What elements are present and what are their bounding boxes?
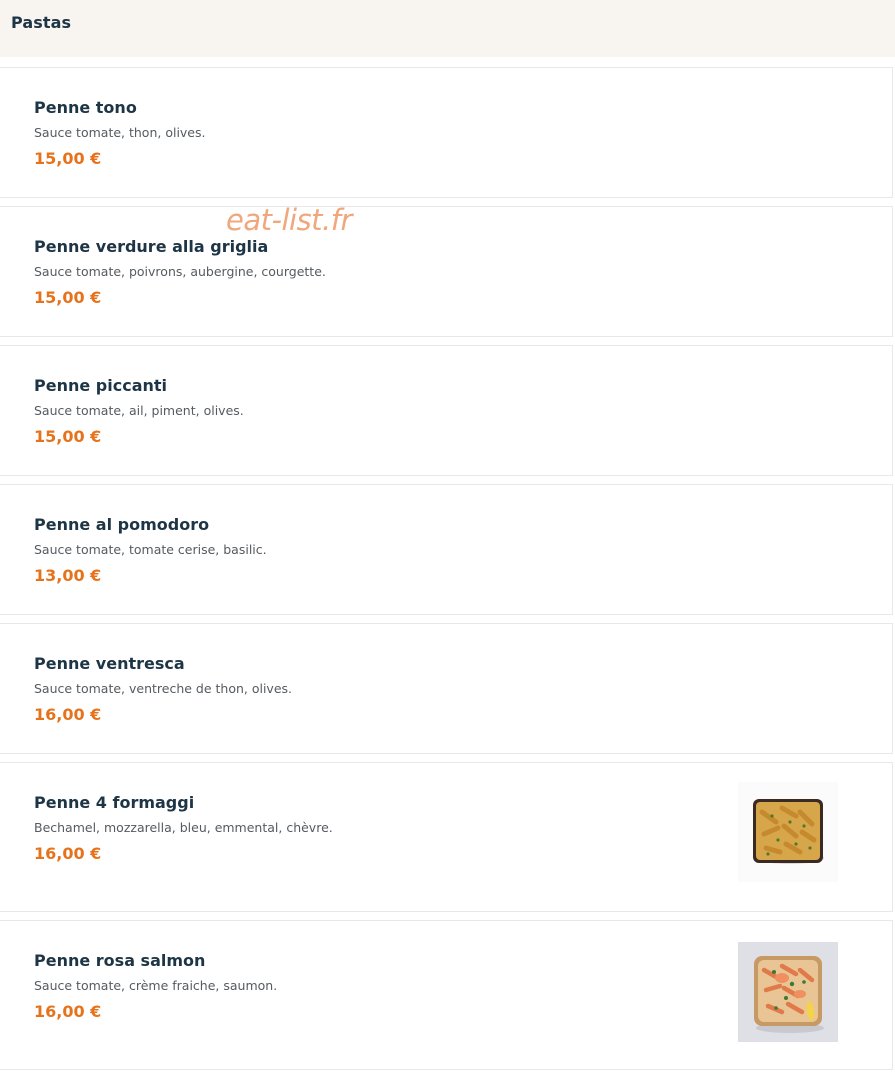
menu-item-name: Penne piccanti (34, 376, 168, 395)
menu-item-description: Sauce tomate, crème fraiche, saumon. (34, 978, 278, 993)
section-title: Pastas (11, 13, 72, 32)
menu-item-name: Penne tono (34, 98, 137, 117)
menu-item-name: Penne 4 formaggi (34, 793, 195, 812)
menu-item-card[interactable]: Penne ventresca Sauce tomate, ventreche … (0, 623, 893, 754)
menu-item-description: Sauce tomate, poivrons, aubergine, courg… (34, 264, 326, 279)
menu-item-price: 15,00 € (34, 149, 102, 168)
menu-item-description: Sauce tomate, tomate cerise, basilic. (34, 542, 267, 557)
pasta-4-formaggi-photo[interactable] (738, 782, 838, 882)
menu-item-description: Sauce tomate, ventreche de thon, olives. (34, 681, 293, 696)
menu-item-name: Penne ventresca (34, 654, 185, 673)
menu-item-card[interactable]: Penne 4 formaggi Bechamel, mozzarella, b… (0, 762, 893, 912)
menu-item-name: Penne rosa salmon (34, 951, 206, 970)
pasta-rosa-salmon-photo[interactable] (738, 942, 838, 1042)
menu-item-description: Sauce tomate, ail, piment, olives. (34, 403, 244, 418)
menu-item-price: 15,00 € (34, 288, 102, 307)
menu-item-card[interactable]: Penne verdure alla griglia Sauce tomate,… (0, 206, 893, 337)
menu-item-price: 16,00 € (34, 844, 102, 863)
menu-item-price: 16,00 € (34, 705, 102, 724)
menu-item-description: Sauce tomate, thon, olives. (34, 125, 206, 140)
menu-item-card[interactable]: Penne al pomodoro Sauce tomate, tomate c… (0, 484, 893, 615)
menu-item-description: Bechamel, mozzarella, bleu, emmental, ch… (34, 820, 333, 835)
menu-item-price: 16,00 € (34, 1002, 102, 1021)
menu-item-name: Penne al pomodoro (34, 515, 210, 534)
menu-item-price: 15,00 € (34, 427, 102, 446)
menu-item-card[interactable]: Penne piccanti Sauce tomate, ail, piment… (0, 345, 893, 476)
menu-item-name: Penne verdure alla griglia (34, 237, 269, 256)
menu-item-card[interactable]: Penne tono Sauce tomate, thon, olives. 1… (0, 67, 893, 198)
menu-item-card[interactable]: Penne rosa salmon Sauce tomate, crème fr… (0, 920, 893, 1070)
menu-item-price: 13,00 € (34, 566, 102, 585)
section-header: Pastas (0, 0, 895, 57)
